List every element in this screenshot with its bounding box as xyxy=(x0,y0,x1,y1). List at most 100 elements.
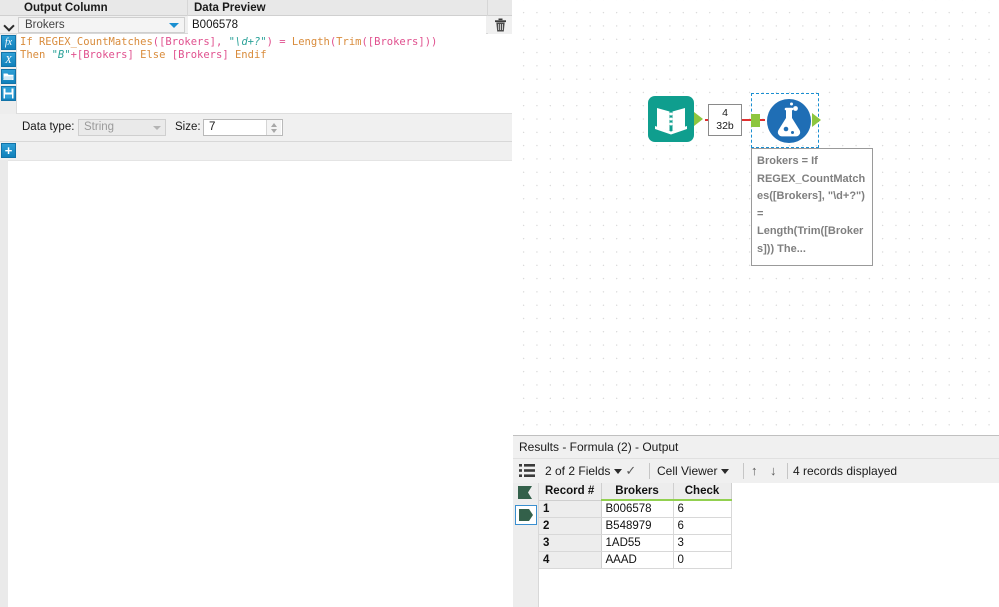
data-type-value: String xyxy=(84,121,114,133)
quantity-stepper[interactable] xyxy=(266,120,281,135)
cell-brokers[interactable]: 1AD55 xyxy=(601,534,673,551)
text-input-tool-body xyxy=(648,96,694,142)
flag-filled-glyph xyxy=(518,508,535,522)
formula-output-anchor[interactable] xyxy=(812,113,821,127)
cell-brokers[interactable]: AAAD xyxy=(601,551,673,568)
add-button[interactable]: + xyxy=(1,143,16,158)
trash-icon xyxy=(494,18,507,32)
results-grid-gutter xyxy=(513,483,539,607)
cell-brokers[interactable]: B548979 xyxy=(601,517,673,534)
toolbar-divider-1 xyxy=(649,463,650,479)
cell-check[interactable]: 3 xyxy=(673,534,731,551)
cell-brokers[interactable]: B006578 xyxy=(601,500,673,517)
column-header-check[interactable]: Check xyxy=(673,483,731,500)
config-panel-gutter xyxy=(0,160,8,607)
formula-input-anchor[interactable] xyxy=(751,114,760,127)
formula-token-length: Length xyxy=(292,36,330,48)
open-folder-icon[interactable] xyxy=(1,69,16,84)
list-glyph xyxy=(518,462,536,480)
text-input-tool[interactable] xyxy=(648,96,696,144)
formula-token-then: Then xyxy=(20,49,52,61)
toolbar-divider-3 xyxy=(787,463,788,479)
flag-glyph xyxy=(517,485,534,500)
table-body: 1 B006578 6 2 B548979 6 3 1AD55 3 xyxy=(539,500,731,568)
formula-editor[interactable]: fx X xyxy=(0,34,512,114)
delete-formula-button[interactable] xyxy=(488,16,512,34)
formula-token-field-4: [Brokers] xyxy=(172,49,229,61)
connection-record-count: 4 xyxy=(722,107,728,120)
cell-record: 1 xyxy=(539,500,601,517)
fx-icon[interactable]: fx xyxy=(1,35,16,50)
data-type-row: Data type: String Size: 7 xyxy=(0,114,512,142)
formula-tool-body xyxy=(767,99,811,143)
checkmark-icon[interactable]: ✓ xyxy=(625,463,636,478)
size-label: Size: xyxy=(175,121,201,133)
fields-selector-label: 2 of 2 Fields xyxy=(545,464,610,478)
size-input[interactable]: 7 xyxy=(203,119,283,136)
save-icon[interactable] xyxy=(1,86,16,101)
cell-check[interactable]: 0 xyxy=(673,551,731,568)
output-column-value: Brokers xyxy=(25,19,65,31)
formula-token-else: Else xyxy=(134,49,172,61)
formula-token-regex-pattern: "\d+?" xyxy=(229,36,267,48)
cell-record: 2 xyxy=(539,517,601,534)
formula-token-field-1: [Brokers] xyxy=(159,36,216,48)
table-row[interactable]: 4 AAAD 0 xyxy=(539,551,731,568)
formula-token-field-2: [Brokers] xyxy=(368,36,425,48)
stepper-down-icon[interactable] xyxy=(271,129,277,133)
view-mode-label: Cell Viewer xyxy=(657,464,717,478)
connection-label[interactable]: 4 32b xyxy=(708,104,742,136)
sort-down-button[interactable]: ↓ xyxy=(770,459,777,483)
table-row[interactable]: 1 B006578 6 xyxy=(539,500,731,517)
cell-record: 4 xyxy=(539,551,601,568)
view-mode-selector[interactable]: Cell Viewer xyxy=(657,459,732,483)
chevron-down-icon xyxy=(5,21,14,30)
connection-data-size: 32b xyxy=(716,120,734,133)
record-selector-button[interactable] xyxy=(515,505,537,525)
variable-x-icon[interactable]: X xyxy=(1,52,16,67)
toolbar-divider-2 xyxy=(743,463,744,479)
sort-up-button[interactable]: ↑ xyxy=(751,459,758,483)
formula-expression[interactable]: If REGEX_CountMatches([Brokers], "\d+?")… xyxy=(20,36,508,62)
formula-token-if: If xyxy=(20,36,33,48)
cell-record: 3 xyxy=(539,534,601,551)
cell-check[interactable]: 6 xyxy=(673,517,731,534)
column-header-record[interactable]: Record # xyxy=(539,483,601,500)
list-view-icon[interactable] xyxy=(518,462,536,480)
workflow-canvas[interactable]: 4 32b Brokers = If REGEX_CountMatches([B… xyxy=(513,0,999,435)
output-column-select[interactable]: Brokers xyxy=(18,17,185,33)
formula-token-trim: Trim xyxy=(336,36,361,48)
stepper-up-icon[interactable] xyxy=(271,123,277,127)
expand-row-toggle[interactable] xyxy=(0,16,18,34)
data-type-select[interactable]: String xyxy=(78,119,166,136)
data-preview-value: B006578 xyxy=(188,16,486,34)
results-grid: Record # Brokers Check 1 B006578 6 2 B54… xyxy=(513,483,999,607)
formula-editor-toolbar: fx X xyxy=(0,34,17,114)
formula-token-comma: , xyxy=(216,36,229,48)
floppy-glyph xyxy=(3,88,14,99)
records-displayed-label: 4 records displayed xyxy=(793,459,897,483)
folder-glyph xyxy=(3,72,14,81)
results-toolbar: 2 of 2 Fields ✓ Cell Viewer ↑ ↓ 4 records… xyxy=(513,459,999,483)
table-row[interactable]: 3 1AD55 3 xyxy=(539,534,731,551)
chevron-down-icon xyxy=(153,126,161,130)
cell-check[interactable]: 6 xyxy=(673,500,731,517)
formula-token-endif: Endif xyxy=(229,49,267,61)
header-actions xyxy=(488,0,512,16)
header-output-column: Output Column xyxy=(18,0,188,16)
record-flag-icon[interactable] xyxy=(517,485,534,500)
text-input-output-anchor[interactable] xyxy=(694,112,703,126)
table-row[interactable]: 2 B548979 6 xyxy=(539,517,731,534)
results-pane: Results - Formula (2) - Output 2 of 2 Fi… xyxy=(513,435,999,607)
chevron-down-icon xyxy=(614,469,622,474)
formula-token-string-b: "B" xyxy=(52,49,71,61)
book-icon xyxy=(648,96,694,142)
results-data-table: Record # Brokers Check 1 B006578 6 2 B54… xyxy=(539,483,732,569)
formula-token-field-3: [Brokers] xyxy=(77,49,134,61)
column-header-brokers[interactable]: Brokers xyxy=(601,483,673,500)
flask-icon xyxy=(767,99,811,143)
results-title: Results - Formula (2) - Output xyxy=(513,436,999,459)
formula-tool[interactable] xyxy=(751,93,819,148)
fields-selector[interactable]: 2 of 2 Fields ✓ xyxy=(545,459,636,483)
output-column-row: Brokers B006578 xyxy=(0,16,512,34)
